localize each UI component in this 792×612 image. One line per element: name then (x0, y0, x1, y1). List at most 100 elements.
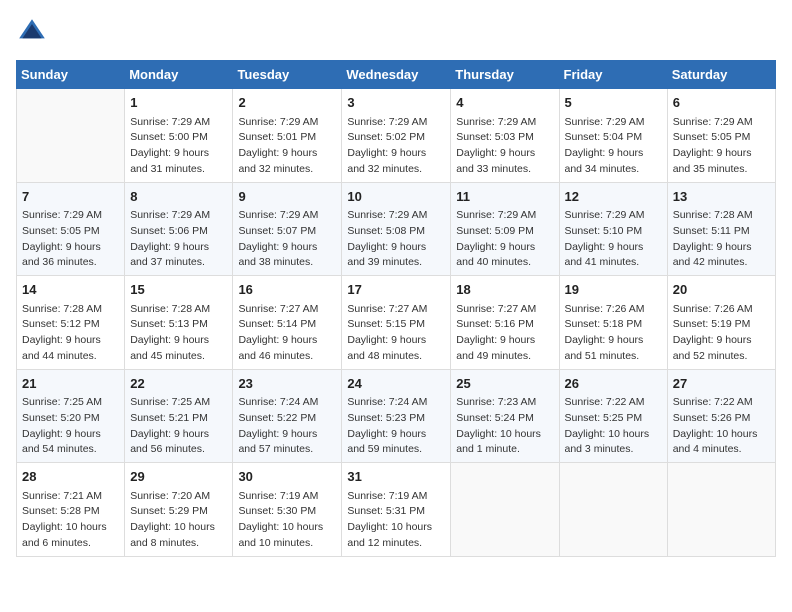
calendar-cell (559, 463, 667, 557)
daylight-text: Daylight: 10 hours and 8 minutes. (130, 520, 227, 552)
daylight-text: Daylight: 9 hours and 51 minutes. (565, 333, 662, 365)
calendar-cell: 20Sunrise: 7:26 AMSunset: 5:19 PMDayligh… (667, 276, 775, 370)
daylight-text: Daylight: 9 hours and 32 minutes. (238, 146, 336, 178)
sunrise-text: Sunrise: 7:24 AM (238, 395, 336, 411)
sunrise-text: Sunrise: 7:27 AM (238, 302, 336, 318)
calendar-cell: 27Sunrise: 7:22 AMSunset: 5:26 PMDayligh… (667, 369, 775, 463)
daylight-text: Daylight: 9 hours and 33 minutes. (456, 146, 553, 178)
calendar-cell: 30Sunrise: 7:19 AMSunset: 5:30 PMDayligh… (233, 463, 342, 557)
sunset-text: Sunset: 5:22 PM (238, 411, 336, 427)
weekday-header-friday: Friday (559, 61, 667, 89)
daylight-text: Daylight: 9 hours and 38 minutes. (238, 240, 336, 272)
weekday-header-wednesday: Wednesday (342, 61, 451, 89)
calendar-week-row: 28Sunrise: 7:21 AMSunset: 5:28 PMDayligh… (17, 463, 776, 557)
weekday-header-sunday: Sunday (17, 61, 125, 89)
daylight-text: Daylight: 9 hours and 34 minutes. (565, 146, 662, 178)
calendar-week-row: 14Sunrise: 7:28 AMSunset: 5:12 PMDayligh… (17, 276, 776, 370)
calendar-cell: 12Sunrise: 7:29 AMSunset: 5:10 PMDayligh… (559, 182, 667, 276)
calendar-cell: 22Sunrise: 7:25 AMSunset: 5:21 PMDayligh… (125, 369, 233, 463)
calendar-cell: 3Sunrise: 7:29 AMSunset: 5:02 PMDaylight… (342, 89, 451, 183)
calendar-cell: 17 Sunrise: 7:27 AMSunset: 5:15 PMDayligh… (342, 276, 451, 370)
calendar-cell: 21Sunrise: 7:25 AMSunset: 5:20 PMDayligh… (17, 369, 125, 463)
day-number: 12 (565, 187, 662, 207)
day-number: 17 (347, 280, 445, 300)
sunrise-text: Sunrise: 7:22 AM (565, 395, 662, 411)
day-number: 13 (673, 187, 770, 207)
sunset-text: Sunset: 5:01 PM (238, 130, 336, 146)
sunset-text: Sunset: 5:29 PM (130, 504, 227, 520)
daylight-text: Daylight: 9 hours and 59 minutes. (347, 427, 445, 459)
day-number: 25 (456, 374, 553, 394)
day-number: 28 (22, 467, 119, 487)
calendar-cell: 11Sunrise: 7:29 AMSunset: 5:09 PMDayligh… (451, 182, 559, 276)
sunrise-text: Sunrise: 7:29 AM (456, 208, 553, 224)
sunrise-text: Sunrise: 7:23 AM (456, 395, 553, 411)
sunset-text: Sunset: 5:09 PM (456, 224, 553, 240)
calendar-cell: 4Sunrise: 7:29 AMSunset: 5:03 PMDaylight… (451, 89, 559, 183)
day-number: 22 (130, 374, 227, 394)
day-number: 18 (456, 280, 553, 300)
sunset-text: Sunset: 5:07 PM (238, 224, 336, 240)
day-number: 14 (22, 280, 119, 300)
sunset-text: Sunset: 5:20 PM (22, 411, 119, 427)
calendar-cell: 23Sunrise: 7:24 AMSunset: 5:22 PMDayligh… (233, 369, 342, 463)
daylight-text: Daylight: 9 hours and 44 minutes. (22, 333, 119, 365)
sunset-text: Sunset: 5:21 PM (130, 411, 227, 427)
sunset-text: Sunset: 5:06 PM (130, 224, 227, 240)
day-number: 21 (22, 374, 119, 394)
daylight-text: Daylight: 9 hours and 42 minutes. (673, 240, 770, 272)
sunset-text: Sunset: 5:05 PM (22, 224, 119, 240)
daylight-text: Daylight: 9 hours and 35 minutes. (673, 146, 770, 178)
day-number: 16 (238, 280, 336, 300)
daylight-text: Daylight: 9 hours and 39 minutes. (347, 240, 445, 272)
day-number: 9 (238, 187, 336, 207)
sunrise-text: Sunrise: 7:25 AM (130, 395, 227, 411)
calendar-cell: 29Sunrise: 7:20 AMSunset: 5:29 PMDayligh… (125, 463, 233, 557)
sunrise-text: Sunrise: 7:28 AM (130, 302, 227, 318)
daylight-text: Daylight: 9 hours and 54 minutes. (22, 427, 119, 459)
sunset-text: Sunset: 5:26 PM (673, 411, 770, 427)
daylight-text: Daylight: 9 hours and 32 minutes. (347, 146, 445, 178)
calendar-cell (451, 463, 559, 557)
daylight-text: Daylight: 9 hours and 56 minutes. (130, 427, 227, 459)
sunrise-text: Sunrise: 7:20 AM (130, 489, 227, 505)
daylight-text: Daylight: 9 hours and 37 minutes. (130, 240, 227, 272)
daylight-text: Daylight: 9 hours and 40 minutes. (456, 240, 553, 272)
daylight-text: Daylight: 9 hours and 46 minutes. (238, 333, 336, 365)
sunrise-text: Sunrise: 7:21 AM (22, 489, 119, 505)
daylight-text: Daylight: 9 hours and 57 minutes. (238, 427, 336, 459)
sunset-text: Sunset: 5:10 PM (565, 224, 662, 240)
sunrise-text: Sunrise: 7:27 AM (347, 302, 445, 318)
sunset-text: Sunset: 5:00 PM (130, 130, 227, 146)
day-number: 7 (22, 187, 119, 207)
sunset-text: Sunset: 5:14 PM (238, 317, 336, 333)
day-number: 8 (130, 187, 227, 207)
calendar-table: SundayMondayTuesdayWednesdayThursdayFrid… (16, 60, 776, 557)
sunrise-text: Sunrise: 7:29 AM (673, 115, 770, 131)
sunrise-text: Sunrise: 7:24 AM (347, 395, 445, 411)
sunset-text: Sunset: 5:30 PM (238, 504, 336, 520)
sunrise-text: Sunrise: 7:29 AM (22, 208, 119, 224)
sunset-text: Sunset: 5:05 PM (673, 130, 770, 146)
sunrise-text: Sunrise: 7:29 AM (347, 115, 445, 131)
calendar-cell: 24Sunrise: 7:24 AMSunset: 5:23 PMDayligh… (342, 369, 451, 463)
logo-icon (16, 16, 48, 48)
sunrise-text: Sunrise: 7:29 AM (565, 208, 662, 224)
sunrise-text: Sunrise: 7:29 AM (130, 115, 227, 131)
day-number: 1 (130, 93, 227, 113)
sunset-text: Sunset: 5:25 PM (565, 411, 662, 427)
daylight-text: Daylight: 9 hours and 48 minutes. (347, 333, 445, 365)
sunset-text: Sunset: 5:04 PM (565, 130, 662, 146)
daylight-text: Daylight: 10 hours and 3 minutes. (565, 427, 662, 459)
day-number: 30 (238, 467, 336, 487)
sunset-text: Sunset: 5:15 PM (347, 317, 445, 333)
sunset-text: Sunset: 5:24 PM (456, 411, 553, 427)
sunset-text: Sunset: 5:03 PM (456, 130, 553, 146)
daylight-text: Daylight: 9 hours and 49 minutes. (456, 333, 553, 365)
day-number: 23 (238, 374, 336, 394)
daylight-text: Daylight: 10 hours and 10 minutes. (238, 520, 336, 552)
sunset-text: Sunset: 5:11 PM (673, 224, 770, 240)
day-number: 15 (130, 280, 227, 300)
sunset-text: Sunset: 5:02 PM (347, 130, 445, 146)
daylight-text: Daylight: 9 hours and 52 minutes. (673, 333, 770, 365)
